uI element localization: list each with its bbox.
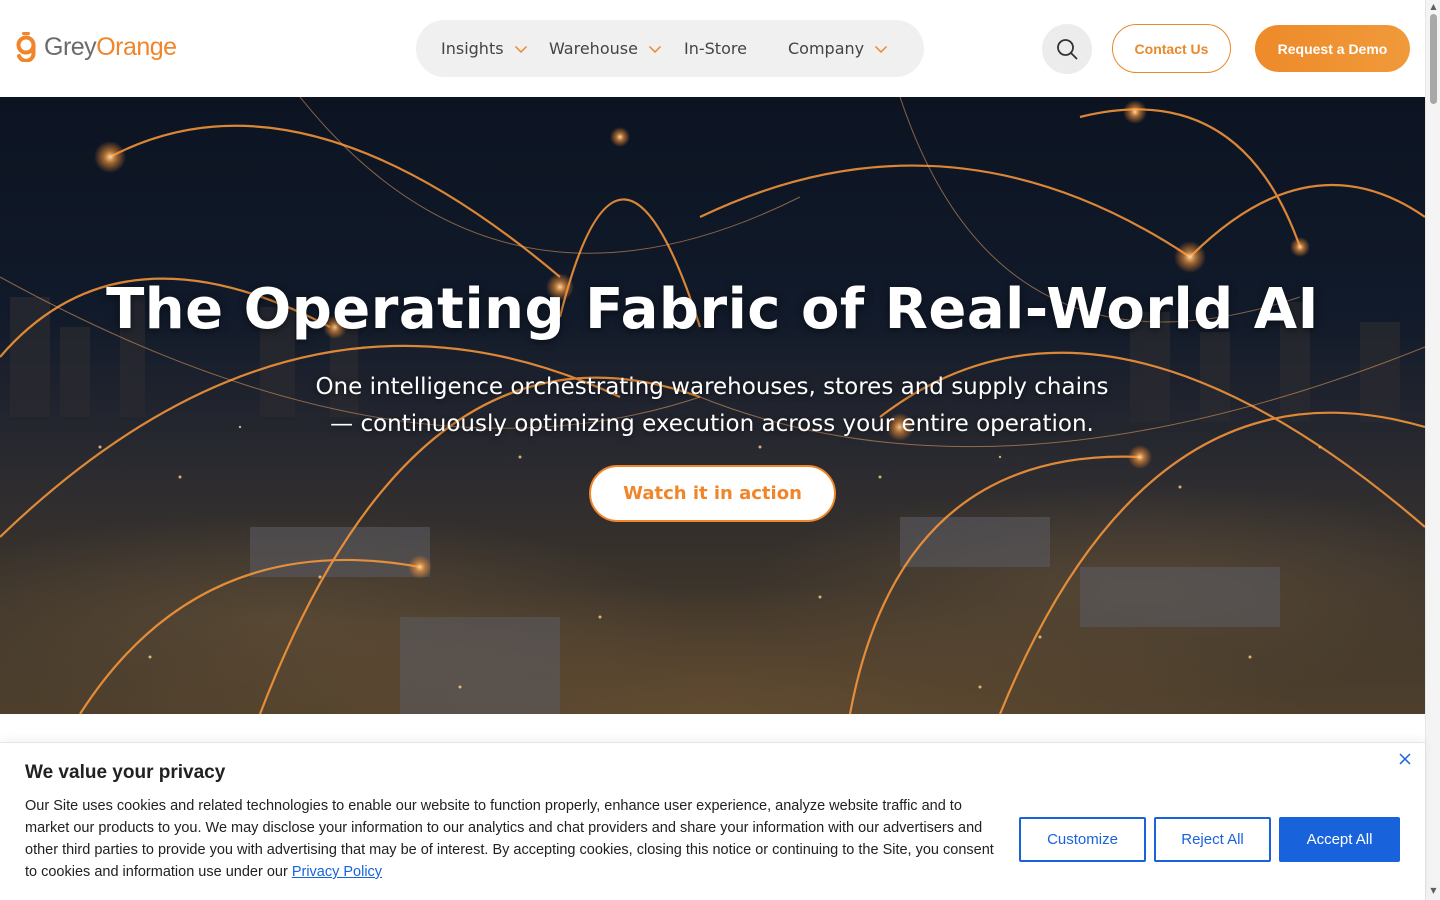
logo-text-grey: Grey <box>44 32 97 61</box>
nav-item-company[interactable]: Company <box>788 20 888 77</box>
reject-all-button[interactable]: Reject All <box>1154 817 1271 862</box>
logo-wordmark: GreyOrange <box>44 33 177 62</box>
greyorange-logo[interactable]: GreyOrange <box>14 31 177 63</box>
scroll-thumb[interactable] <box>1430 14 1437 104</box>
main-nav: Insights Warehouse In-Store Company <box>416 20 924 77</box>
close-icon[interactable] <box>1397 751 1413 767</box>
scroll-up-arrow-icon[interactable]: ▲ <box>1428 2 1439 12</box>
cookie-banner-body-text: Our Site uses cookies and related techno… <box>25 798 994 880</box>
cookie-consent-banner: We value your privacy Our Site uses cook… <box>0 742 1425 900</box>
chevron-down-icon <box>648 45 661 53</box>
accept-all-button[interactable]: Accept All <box>1279 817 1400 862</box>
request-demo-button[interactable]: Request a Demo <box>1255 25 1410 72</box>
search-icon <box>1057 39 1078 60</box>
watch-in-action-button[interactable]: Watch it in action <box>589 465 836 522</box>
customize-button[interactable]: Customize <box>1019 817 1146 862</box>
nav-item-in-store[interactable]: In-Store <box>684 20 747 77</box>
scroll-down-arrow-icon[interactable]: ▼ <box>1428 886 1439 896</box>
hero-subtitle-line-2: — continuously optimizing execution acro… <box>330 411 1094 437</box>
nav-label: In-Store <box>684 39 747 58</box>
site-header: GreyOrange Insights Warehouse In-Store C… <box>0 0 1425 97</box>
chevron-down-icon <box>514 45 527 53</box>
hero-subtitle: One intelligence orchestrating warehouse… <box>262 369 1162 443</box>
nav-label: Warehouse <box>549 39 638 58</box>
search-button[interactable] <box>1042 24 1092 74</box>
contact-us-button[interactable]: Contact Us <box>1112 24 1231 73</box>
page-scrollbar[interactable]: ▲ ▼ <box>1425 0 1440 900</box>
logo-text-orange: Orange <box>96 32 177 61</box>
hero-title: The Operating Fabric of Real-World AI <box>106 277 1319 342</box>
hero-subtitle-line-1: One intelligence orchestrating warehouse… <box>315 374 1109 400</box>
hero-section: The Operating Fabric of Real-World AI On… <box>0 97 1425 714</box>
logo-mark-icon <box>16 32 36 62</box>
privacy-policy-link[interactable]: Privacy Policy <box>292 864 382 880</box>
cookie-banner-title: We value your privacy <box>25 762 226 783</box>
nav-label: Company <box>788 39 865 58</box>
nav-item-warehouse[interactable]: Warehouse <box>549 20 662 77</box>
chevron-down-icon <box>875 45 888 53</box>
nav-item-insights[interactable]: Insights <box>441 20 528 77</box>
cookie-banner-body: Our Site uses cookies and related techno… <box>25 795 1000 883</box>
nav-label: Insights <box>441 39 504 58</box>
